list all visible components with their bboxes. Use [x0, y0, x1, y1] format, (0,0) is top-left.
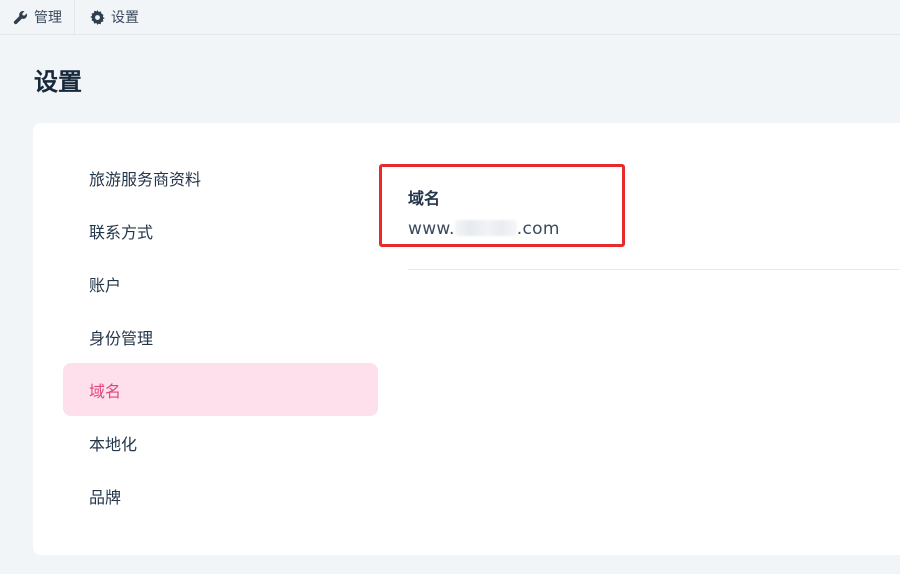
sidebar-item-domain[interactable]: 域名	[63, 363, 378, 416]
sidebar-item-account[interactable]: 账户	[63, 257, 378, 310]
sidebar-item-label: 本地化	[89, 434, 138, 454]
tab-manage-label: 管理	[34, 10, 62, 26]
domain-section: 域名 www. .com	[408, 185, 560, 239]
sidebar-item-label: 联系方式	[89, 222, 154, 242]
settings-card: 旅游服务商资料 联系方式 账户 身份管理 域名 本地化 品牌 域名 www. .c…	[33, 123, 900, 555]
sidebar-item-contact[interactable]: 联系方式	[63, 204, 378, 257]
sidebar-item-label: 品牌	[89, 487, 122, 507]
redacted-blur	[454, 220, 517, 236]
tab-manage[interactable]: 管理	[0, 0, 74, 34]
tab-settings-label: 设置	[111, 10, 139, 26]
sidebar-item-label: 身份管理	[89, 328, 154, 348]
sidebar-item-label: 旅游服务商资料	[89, 169, 202, 189]
section-divider	[408, 269, 900, 270]
domain-label: 域名	[408, 189, 441, 208]
domain-value-prefix: www.	[408, 219, 455, 239]
tab-settings[interactable]: 设置	[74, 0, 151, 34]
sidebar-item-provider-profile[interactable]: 旅游服务商资料	[63, 151, 378, 204]
domain-value: www. .com	[408, 219, 560, 239]
sidebar-item-localization[interactable]: 本地化	[63, 416, 378, 469]
gear-icon	[89, 9, 105, 25]
sidebar-item-identity[interactable]: 身份管理	[63, 310, 378, 363]
settings-side-menu: 旅游服务商资料 联系方式 账户 身份管理 域名 本地化 品牌	[63, 151, 378, 522]
domain-value-suffix: .com	[516, 219, 560, 239]
top-nav-bar: 管理 设置	[0, 0, 900, 35]
sidebar-item-label: 域名	[89, 381, 122, 401]
wrench-icon	[12, 9, 28, 25]
sidebar-item-label: 账户	[89, 275, 122, 295]
page-title: 设置	[34, 68, 82, 96]
sidebar-item-brand[interactable]: 品牌	[63, 469, 378, 522]
